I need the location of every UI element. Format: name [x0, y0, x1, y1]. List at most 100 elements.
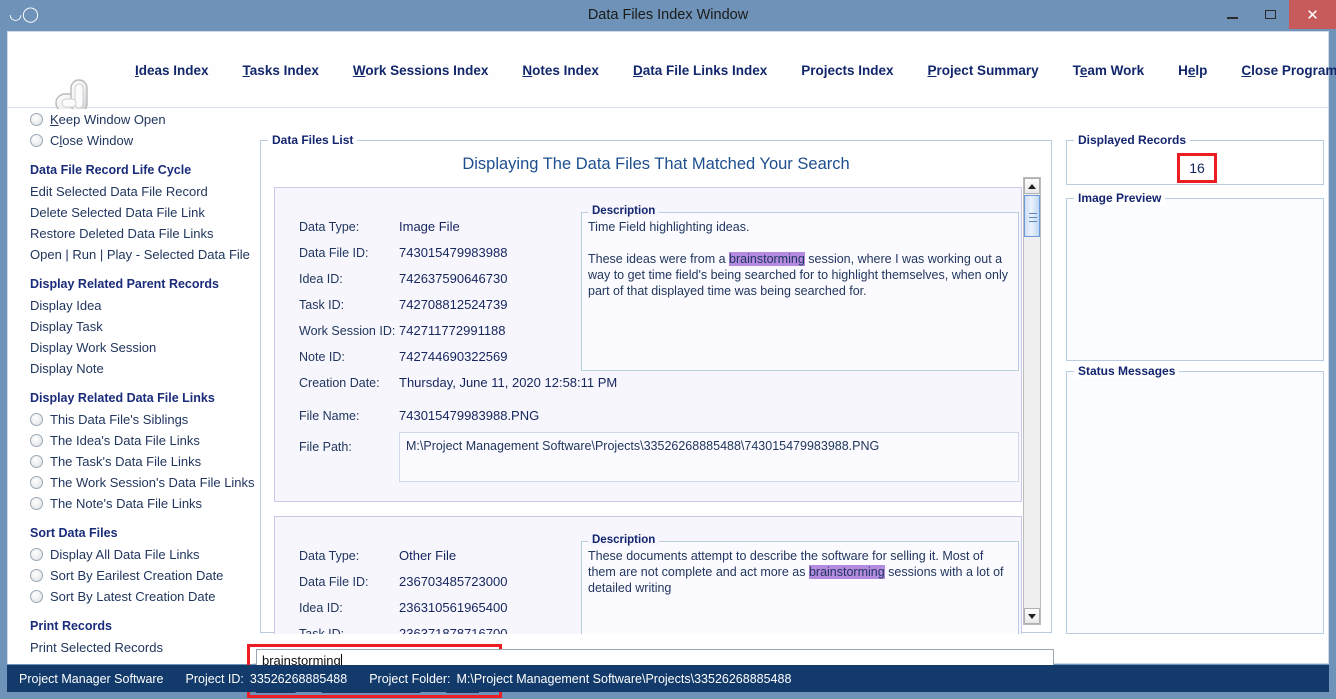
- radio-label: Sort By Latest Creation Date: [50, 589, 216, 604]
- field-label-file-path: File Path:: [299, 440, 352, 454]
- status-app-name: Project Manager Software: [19, 671, 164, 686]
- menu-item-notes-index[interactable]: Notes Index: [505, 63, 616, 78]
- status-project-folder-label: Project Folder:: [369, 671, 451, 686]
- sidebar-heading-life-cycle: Data File Record Life Cycle: [30, 163, 192, 177]
- description-legend: Description: [588, 534, 660, 546]
- menu-item-list: Ideas Index Tasks Index Work Sessions In…: [118, 32, 1336, 108]
- menu-item-team-work[interactable]: Team Work: [1056, 63, 1162, 78]
- record-card[interactable]: Data Type: Other File Data File ID: 2367…: [274, 516, 1022, 634]
- description-text: Time Field highlighting ideas. These ide…: [588, 219, 1012, 299]
- description-legend: Description: [588, 205, 660, 217]
- application-window: ◡◯ Data Files Index Window ✕ Ideas Index…: [0, 0, 1336, 699]
- sidebar-item-edit-selected-data-file-record[interactable]: Edit Selected Data File Record: [8, 181, 253, 202]
- field-label-task-id: Task ID:: [299, 627, 345, 634]
- sidebar-item-open-run-play-selected-data-file[interactable]: Open | Run | Play - Selected Data File: [8, 244, 253, 265]
- field-label-data-file-id: Data File ID:: [299, 575, 369, 589]
- description-paragraph-1: Time Field highlighting ideas.: [588, 220, 750, 234]
- radio-icon[interactable]: [30, 413, 43, 426]
- radio-icon[interactable]: [30, 569, 43, 582]
- sidebar-item-display-task[interactable]: Display Task: [8, 316, 253, 337]
- description-paragraph-2: These ideas were from a brainstorming se…: [588, 252, 1008, 298]
- radio-sort-by-earliest-creation-date[interactable]: Sort By Earilest Creation Date: [8, 565, 253, 586]
- displayed-records-legend: Displayed Records: [1074, 133, 1191, 147]
- sidebar-item-display-note[interactable]: Display Note: [8, 358, 253, 379]
- radio-keep-window-open[interactable]: Keep Window Open: [8, 109, 253, 130]
- scroll-down-icon[interactable]: [1024, 608, 1040, 624]
- page-title: Displaying The Data Files That Matched Y…: [462, 155, 850, 173]
- sidebar-item-display-work-session[interactable]: Display Work Session: [8, 337, 253, 358]
- image-preview-legend: Image Preview: [1074, 191, 1166, 205]
- field-label-data-type: Data Type:: [299, 549, 360, 563]
- radio-display-all-data-file-links[interactable]: Display All Data File Links: [8, 544, 253, 565]
- radio-label: The Work Session's Data File Links: [50, 475, 255, 490]
- close-icon[interactable]: ✕: [1289, 0, 1336, 29]
- menu-item-projects-index[interactable]: Projects Index: [784, 63, 910, 78]
- search-match-highlight: brainstorming: [808, 565, 885, 579]
- field-value-idea-id: 742637590646730: [399, 271, 508, 286]
- menu-item-work-sessions-index[interactable]: Work Sessions Index: [336, 63, 506, 78]
- scrollbar-thumb[interactable]: [1024, 195, 1040, 237]
- field-value-idea-id: 236310561965400: [399, 600, 508, 615]
- description-box: Description These documents attempt to d…: [581, 534, 1019, 634]
- radio-the-ideas-data-file-links[interactable]: The Idea's Data File Links: [8, 430, 253, 451]
- radio-icon[interactable]: [30, 113, 43, 126]
- menu-item-help[interactable]: Help: [1161, 63, 1224, 78]
- window-body: Ideas Index Tasks Index Work Sessions In…: [7, 31, 1336, 698]
- status-messages-group: Status Messages: [1066, 364, 1324, 634]
- menu-item-project-summary[interactable]: Project Summary: [911, 63, 1056, 78]
- radio-close-window[interactable]: Close Window: [8, 130, 253, 151]
- radio-icon[interactable]: [30, 434, 43, 447]
- scroll-up-icon[interactable]: [1024, 178, 1040, 194]
- radio-label: Keep Window Open: [50, 112, 166, 127]
- radio-icon[interactable]: [30, 497, 43, 510]
- sidebar-item-print-selected-records[interactable]: Print Selected Records: [8, 637, 253, 658]
- record-card[interactable]: Data Type: Image File Data File ID: 7430…: [274, 187, 1022, 502]
- radio-icon[interactable]: [30, 590, 43, 603]
- radio-label: The Idea's Data File Links: [50, 433, 200, 448]
- sidebar-item-delete-selected-data-file-link[interactable]: Delete Selected Data File Link: [8, 202, 253, 223]
- field-label-note-id: Note ID:: [299, 350, 345, 364]
- search-match-highlight: brainstorming: [729, 252, 805, 266]
- sidebar-item-display-idea[interactable]: Display Idea: [8, 295, 253, 316]
- status-project-folder-value: M:\Project Management Software\Projects\…: [456, 671, 792, 686]
- field-value-work-session-id: 742711772991188: [399, 323, 506, 338]
- radio-icon[interactable]: [30, 476, 43, 489]
- records-scroll-area[interactable]: Data Type: Image File Data File ID: 7430…: [260, 179, 1052, 634]
- radio-label: This Data File's Siblings: [50, 412, 189, 427]
- minimize-icon[interactable]: [1213, 0, 1251, 29]
- sidebar-heading-parent-records: Display Related Parent Records: [30, 277, 219, 291]
- menu-bar: Ideas Index Tasks Index Work Sessions In…: [8, 32, 1336, 113]
- radio-the-work-sessions-data-file-links[interactable]: The Work Session's Data File Links: [8, 472, 255, 493]
- radio-the-tasks-data-file-links[interactable]: The Task's Data File Links: [8, 451, 253, 472]
- field-label-creation-date: Creation Date:: [299, 376, 380, 390]
- vertical-scrollbar[interactable]: [1023, 177, 1041, 625]
- radio-this-data-files-siblings[interactable]: This Data File's Siblings: [8, 409, 253, 430]
- title-bar: ◡◯ Data Files Index Window ✕: [0, 0, 1336, 31]
- radio-icon[interactable]: [30, 548, 43, 561]
- sidebar: Keep Window Open Close Window Data File …: [8, 109, 255, 664]
- status-bar: Project Manager Software Project ID: 335…: [7, 665, 1329, 692]
- field-value-data-type: Other File: [399, 548, 457, 563]
- menu-item-tasks-index[interactable]: Tasks Index: [226, 63, 336, 78]
- description-box: Description Time Field highlighting idea…: [581, 205, 1019, 371]
- field-value-data-file-id: 743015479983988: [399, 245, 508, 260]
- field-label-idea-id: Idea ID:: [299, 272, 343, 286]
- menu-item-ideas-index[interactable]: Ideas Index: [118, 63, 226, 78]
- radio-the-notes-data-file-links[interactable]: The Note's Data File Links: [8, 493, 253, 514]
- radio-sort-by-latest-creation-date[interactable]: Sort By Latest Creation Date: [8, 586, 253, 607]
- field-value-file-path: M:\Project Management Software\Projects\…: [399, 432, 1019, 482]
- field-value-file-name: 743015479983988.PNG: [399, 408, 540, 423]
- field-label-work-session-id: Work Session ID:: [299, 324, 396, 338]
- radio-label: Sort By Earilest Creation Date: [50, 568, 224, 583]
- radio-label: Display All Data File Links: [50, 547, 200, 562]
- description-paragraph-1: These documents attempt to describe the …: [588, 549, 1004, 595]
- menu-item-close-program[interactable]: Close Program: [1224, 63, 1336, 78]
- radio-icon[interactable]: [30, 134, 43, 147]
- radio-label: The Task's Data File Links: [50, 454, 202, 469]
- menu-item-data-file-links-index[interactable]: Data File Links Index: [616, 63, 784, 78]
- field-label-data-file-id: Data File ID:: [299, 246, 369, 260]
- maximize-icon[interactable]: [1251, 0, 1289, 29]
- field-label-data-type: Data Type:: [299, 220, 360, 234]
- sidebar-item-restore-deleted-data-file-links[interactable]: Restore Deleted Data File Links: [8, 223, 253, 244]
- radio-icon[interactable]: [30, 455, 43, 468]
